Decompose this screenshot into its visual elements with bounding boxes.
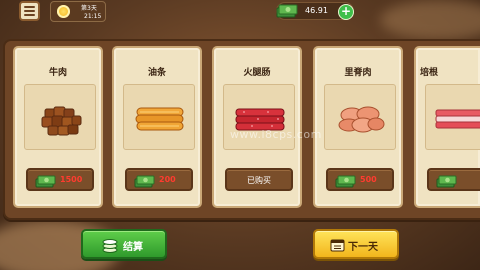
shop-card-tenderloin[interactable]: 里脊肉 500 [313, 46, 403, 208]
cash-icon [436, 175, 457, 188]
cash-icon [134, 175, 155, 188]
sun-icon [57, 5, 70, 18]
card-title: 油条 [147, 68, 166, 78]
shop-card-beef[interactable]: 牛肉 1500 [13, 46, 103, 208]
shop-card-youtiao[interactable]: 油条 200 [112, 46, 202, 208]
buy-button[interactable]: 200 [125, 168, 193, 191]
bought-button[interactable]: 已购买 [225, 168, 293, 191]
tenderloin-icon [338, 106, 385, 133]
day-time-display: 第3天 21:15 [50, 1, 106, 22]
buy-button[interactable]: 1500 [26, 168, 94, 191]
shop-card-ham-sausage[interactable]: 火腿肠 已购买 [212, 46, 302, 208]
cash-icon [35, 175, 56, 188]
beef-cubes-icon [41, 106, 82, 136]
card-title: 培根 [420, 68, 439, 78]
shop-card-bacon[interactable]: 培根 [414, 46, 480, 208]
price-value: 1500 [60, 175, 83, 184]
next-day-label: 下一天 [348, 242, 378, 253]
food-image-frame [24, 84, 96, 150]
food-image-frame [425, 84, 480, 150]
settle-label: 结算 [123, 242, 143, 253]
menu-icon [24, 6, 35, 8]
food-image-frame [324, 84, 396, 150]
settle-button[interactable]: 结算 [81, 229, 167, 259]
food-image-frame [123, 84, 195, 150]
clock-time: 21:15 [84, 13, 102, 20]
ham-sausage-icon [235, 108, 285, 131]
fried-dough-sticks-icon [135, 107, 184, 131]
card-title: 牛肉 [48, 68, 67, 78]
calendar-icon [330, 239, 345, 252]
card-title: 里脊肉 [344, 68, 372, 78]
price-value: 500 [360, 175, 377, 184]
bacon-icon [435, 109, 480, 129]
day-label: 第3天 [81, 5, 97, 12]
buy-button[interactable] [427, 168, 480, 191]
next-day-button[interactable]: 下一天 [313, 229, 399, 259]
cash-stack-icon [276, 4, 298, 18]
watermark: www.i8cps.com [230, 128, 322, 141]
money-amount: 46.91 [305, 6, 328, 15]
card-title: 火腿肠 [243, 68, 271, 78]
price-value: 200 [159, 175, 176, 184]
add-money-button[interactable]: + [338, 4, 354, 20]
background-blur [380, 0, 480, 40]
menu-button[interactable] [19, 1, 40, 21]
coin-stack-icon [102, 239, 118, 253]
buy-button[interactable]: 500 [326, 168, 394, 191]
cash-icon [335, 175, 356, 188]
bought-label: 已购买 [247, 176, 271, 185]
plus-icon: + [340, 4, 352, 18]
